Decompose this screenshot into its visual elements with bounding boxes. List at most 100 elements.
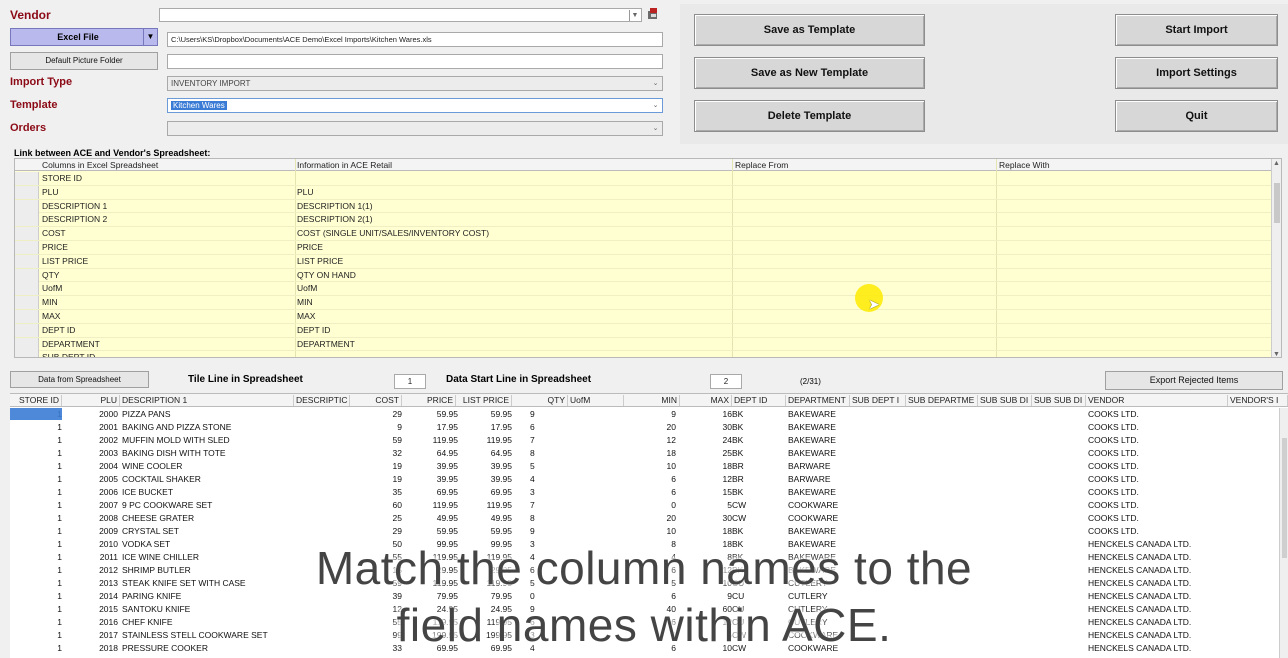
table-row[interactable]: 1 2003 BAKING DISH WITH TOTE 32 64.95 64.95 8 1… xyxy=(10,447,1280,460)
table-cell[interactable]: 119.95 xyxy=(402,434,458,447)
table-cell[interactable]: 60 xyxy=(350,499,402,512)
ace-field-name[interactable]: COST (SINGLE UNIT/SALES/INVENTORY COST) xyxy=(297,228,489,238)
table-cell[interactable]: MUFFIN MOLD WITH SLED xyxy=(122,434,292,447)
table-cell[interactable]: CHEESE GRATER xyxy=(122,512,292,525)
table-cell[interactable]: 2008 xyxy=(62,512,118,525)
ace-field-name[interactable]: DESCRIPTION 2(1) xyxy=(297,214,373,224)
table-cell[interactable]: 49.95 xyxy=(402,512,458,525)
ace-field-name[interactable]: QTY ON HAND xyxy=(297,270,356,280)
table-cell[interactable]: 9 xyxy=(350,421,402,434)
table-cell[interactable]: 4 xyxy=(530,473,570,486)
table-row[interactable]: 1 2004 WINE COOLER 19 39.95 39.95 5 10 18 BR BARWA… xyxy=(10,460,1280,473)
table-cell[interactable]: 6 xyxy=(624,486,676,499)
table-row[interactable]: 1 2007 9 PC COOKWARE SET 60 119.95 119.95 7 0 5 C… xyxy=(10,499,1280,512)
default-picture-folder-button[interactable]: Default Picture Folder xyxy=(10,52,158,70)
column-header[interactable]: STORE ID xyxy=(10,395,62,406)
table-cell[interactable]: 24 xyxy=(680,434,732,447)
column-header[interactable]: SUB SUB DI xyxy=(1032,395,1086,406)
table-cell[interactable]: 9 xyxy=(530,525,570,538)
row-selector[interactable] xyxy=(15,172,39,185)
table-cell[interactable]: CRYSTAL SET xyxy=(122,525,292,538)
table-cell[interactable]: 9 xyxy=(530,408,570,421)
table-cell[interactable]: BK xyxy=(732,408,786,421)
link-row[interactable]: MAX MAX xyxy=(15,310,1281,324)
save-new-template-button[interactable]: Save as New Template xyxy=(694,57,925,89)
table-cell[interactable]: 2003 xyxy=(62,447,118,460)
table-cell[interactable]: 59.95 xyxy=(402,408,458,421)
table-cell[interactable]: 119.95 xyxy=(456,499,512,512)
vendor-combo[interactable]: ▼ xyxy=(159,8,642,22)
import-type-select[interactable]: INVENTORY IMPORT ⌄ xyxy=(167,76,663,91)
table-cell[interactable]: 30 xyxy=(680,512,732,525)
ace-field-name[interactable]: UofM xyxy=(297,283,317,293)
table-cell[interactable]: 39.95 xyxy=(402,460,458,473)
table-cell[interactable]: 69.95 xyxy=(456,486,512,499)
table-cell[interactable]: 15 xyxy=(680,486,732,499)
row-selector[interactable] xyxy=(15,351,39,357)
table-cell[interactable]: COOKWARE xyxy=(788,512,850,525)
scroll-up-icon[interactable]: ▲ xyxy=(1273,160,1280,167)
table-cell[interactable]: 5 xyxy=(530,460,570,473)
table-cell[interactable]: 1 xyxy=(10,486,62,499)
table-cell[interactable]: BAKEWARE xyxy=(788,447,850,460)
table-cell[interactable]: WINE COOLER xyxy=(122,460,292,473)
table-cell[interactable]: BARWARE xyxy=(788,460,850,473)
table-cell[interactable]: 19 xyxy=(350,460,402,473)
column-header[interactable]: MAX xyxy=(680,395,732,406)
column-header[interactable]: SUB SUB DI xyxy=(978,395,1032,406)
chevron-down-icon[interactable]: ▼ xyxy=(143,29,157,45)
column-header[interactable]: VENDOR xyxy=(1086,395,1228,406)
table-cell[interactable]: 32 xyxy=(350,447,402,460)
link-row[interactable]: DESCRIPTION 1 DESCRIPTION 1(1) xyxy=(15,199,1281,214)
row-selector[interactable] xyxy=(15,199,39,213)
table-cell[interactable]: COCKTAIL SHAKER xyxy=(122,473,292,486)
table-cell[interactable]: 0 xyxy=(624,499,676,512)
title-line-input[interactable]: 1 xyxy=(394,374,426,389)
table-cell[interactable]: BAKEWARE xyxy=(788,525,850,538)
orders-select[interactable]: ⌄ xyxy=(167,121,663,136)
table-cell[interactable]: 2006 xyxy=(62,486,118,499)
row-selector[interactable] xyxy=(15,268,39,282)
table-cell[interactable]: 10 xyxy=(624,460,676,473)
column-header[interactable]: COST xyxy=(350,395,402,406)
chevron-down-icon[interactable]: ⌄ xyxy=(650,78,661,89)
link-row[interactable]: PLU PLU xyxy=(15,185,1281,200)
save-template-button[interactable]: Save as Template xyxy=(694,14,925,46)
table-cell[interactable]: 1 xyxy=(10,499,62,512)
column-header[interactable]: MIN xyxy=(624,395,680,406)
table-cell[interactable]: ICE BUCKET xyxy=(122,486,292,499)
picture-folder-field[interactable] xyxy=(167,54,663,69)
column-header[interactable]: SUB DEPARTME xyxy=(906,395,978,406)
ace-field-name[interactable]: PRICE xyxy=(297,242,323,252)
link-row[interactable]: QTY QTY ON HAND xyxy=(15,268,1281,283)
table-cell[interactable]: COOKS LTD. xyxy=(1088,421,1228,434)
table-cell[interactable]: COOKWARE xyxy=(788,499,850,512)
table-cell[interactable]: BAKEWARE xyxy=(788,434,850,447)
link-row[interactable]: MIN MIN xyxy=(15,296,1281,310)
ace-field-name[interactable]: MIN xyxy=(297,297,313,307)
table-cell[interactable]: 59.95 xyxy=(456,525,512,538)
selected-cell[interactable] xyxy=(10,408,62,420)
link-grid[interactable]: Columns in Excel Spreadsheet Information… xyxy=(14,158,1282,358)
table-cell[interactable]: 2002 xyxy=(62,434,118,447)
table-cell[interactable]: 64.95 xyxy=(456,447,512,460)
table-cell[interactable]: 6 xyxy=(624,473,676,486)
start-import-button[interactable]: Start Import xyxy=(1115,14,1278,46)
table-cell[interactable]: 35 xyxy=(350,486,402,499)
column-header[interactable]: DEPARTMENT xyxy=(786,395,850,406)
table-cell[interactable]: COOKS LTD. xyxy=(1088,434,1228,447)
column-header[interactable]: SUB DEPT I xyxy=(850,395,906,406)
table-cell[interactable]: CW xyxy=(732,512,786,525)
table-cell[interactable]: 12 xyxy=(680,473,732,486)
file-path-field[interactable]: C:\Users\KS\Dropbox\Documents\ACE Demo\E… xyxy=(167,32,663,47)
table-cell[interactable]: COOKS LTD. xyxy=(1088,473,1228,486)
table-cell[interactable]: 8 xyxy=(530,447,570,460)
table-cell[interactable]: 17.95 xyxy=(456,421,512,434)
link-row[interactable]: DESCRIPTION 2 DESCRIPTION 2(1) xyxy=(15,213,1281,228)
table-cell[interactable]: 25 xyxy=(350,512,402,525)
table-cell[interactable]: 39.95 xyxy=(456,473,512,486)
table-cell[interactable]: COOKS LTD. xyxy=(1088,486,1228,499)
table-cell[interactable]: CW xyxy=(732,499,786,512)
row-selector[interactable] xyxy=(15,310,39,323)
table-cell[interactable]: 1 xyxy=(10,434,62,447)
